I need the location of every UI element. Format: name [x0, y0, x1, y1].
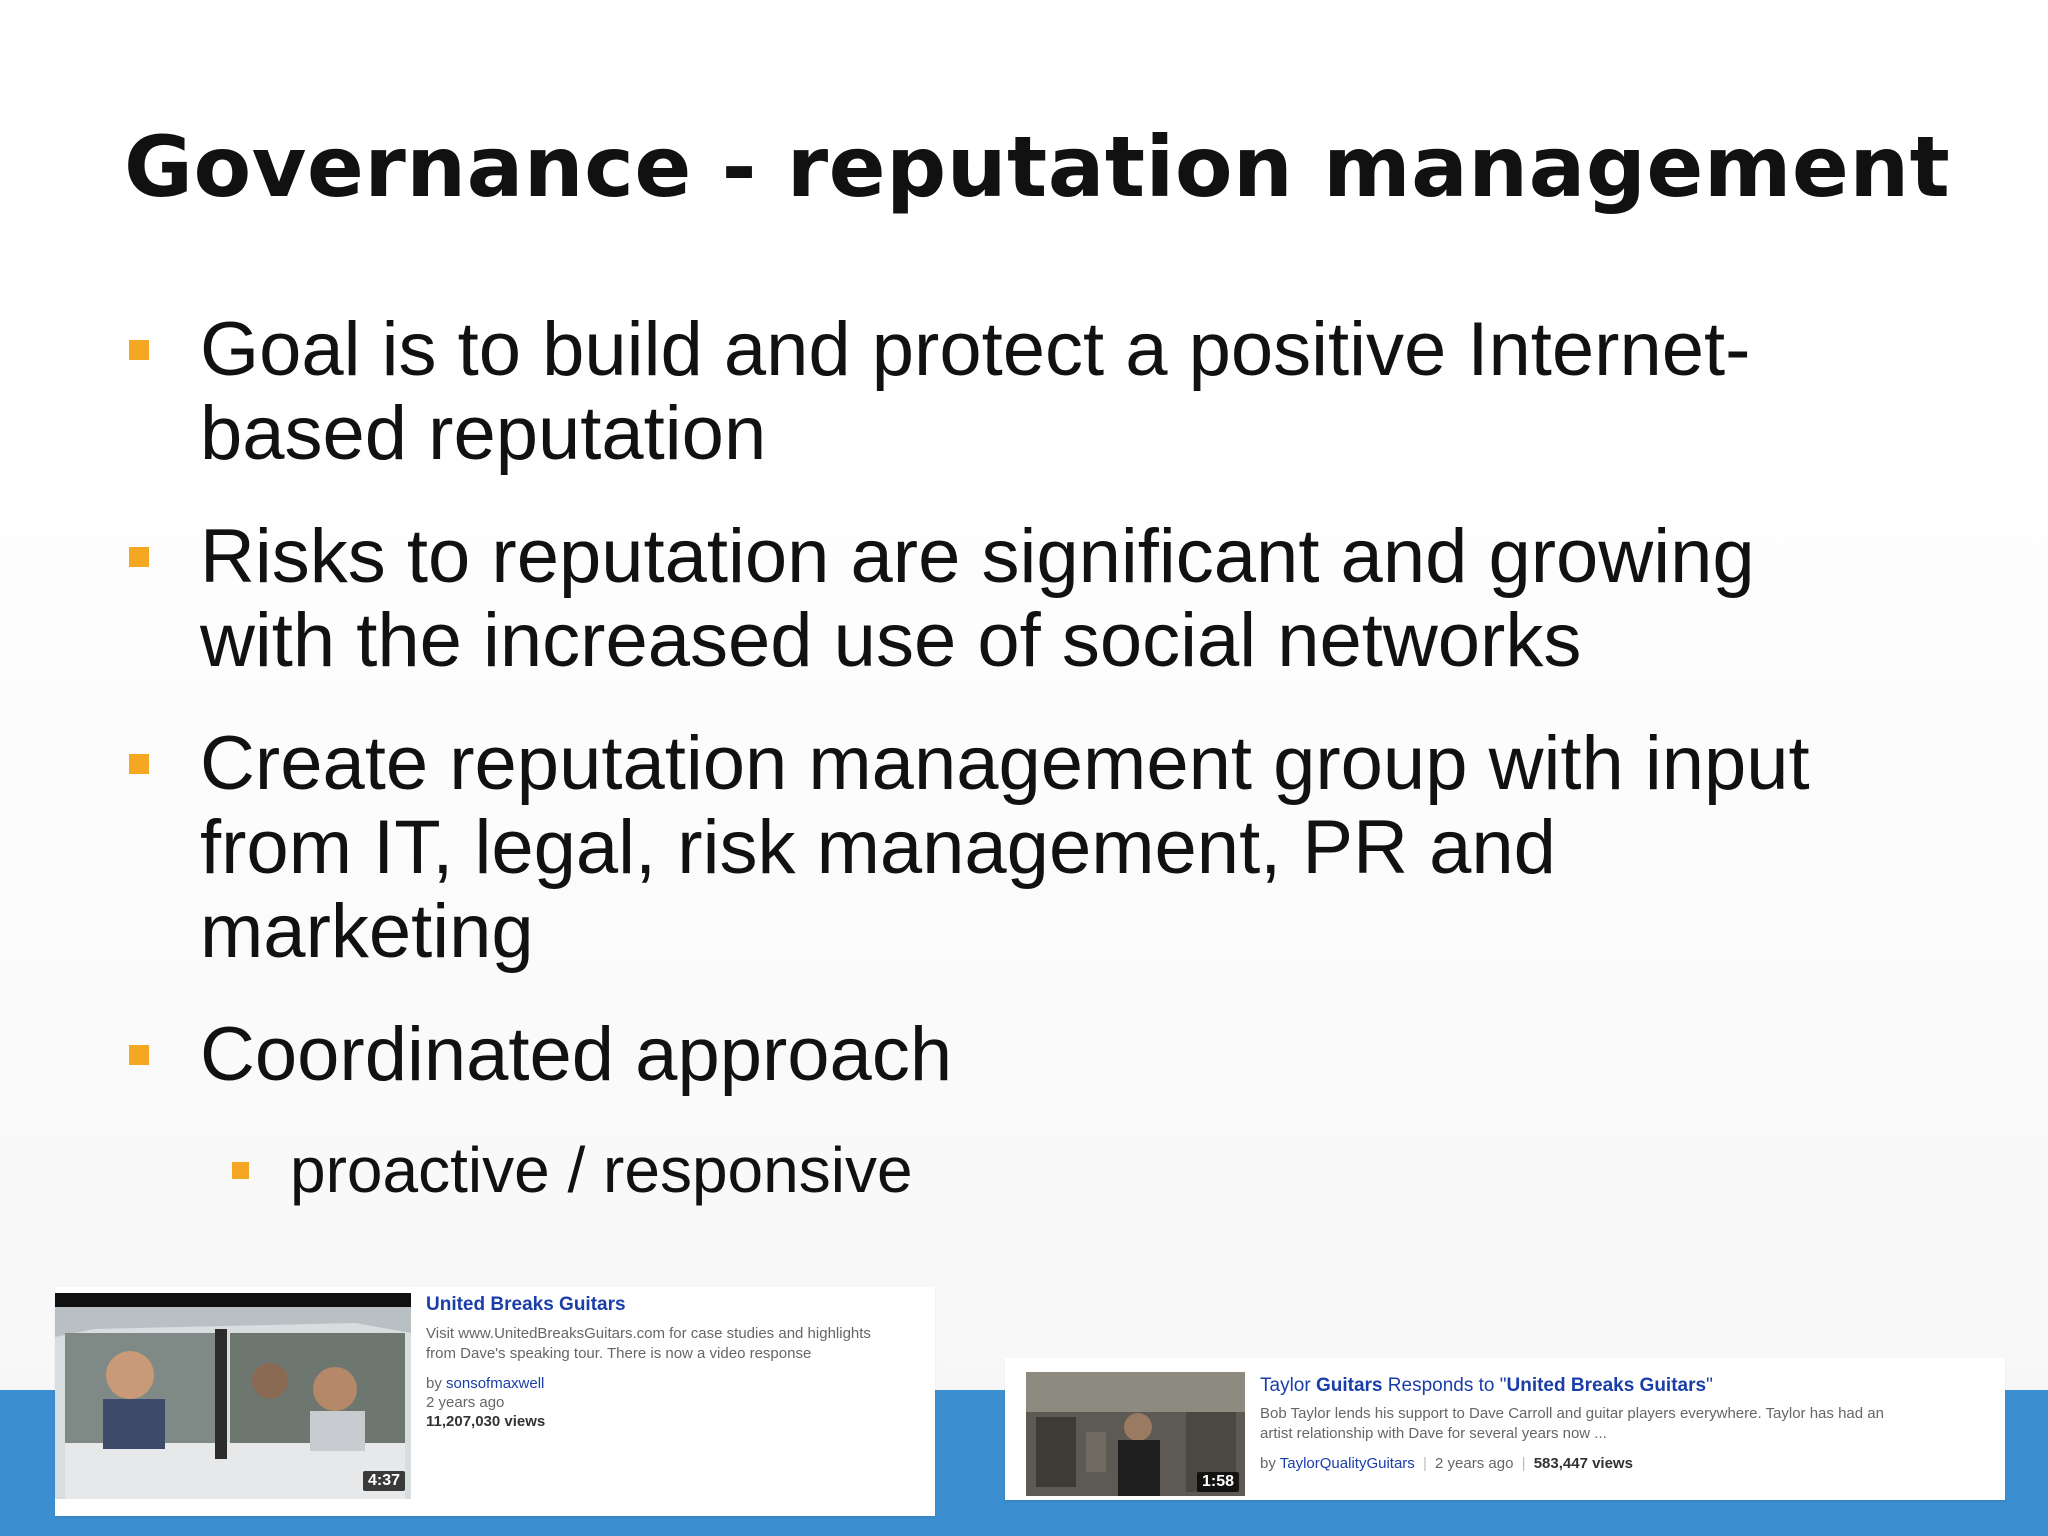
video-description: Visit www.UnitedBreaksGuitars.com for ca… [426, 1324, 926, 1364]
video-age: 2 years ago [1435, 1455, 1514, 1472]
video-duration: 1:58 [1196, 1472, 1239, 1492]
video-description-line: from Dave's speaking tour. There is now … [426, 1345, 812, 1362]
title-part: Guitars [1315, 1375, 1383, 1396]
bullet-line: with the increased use of social network… [200, 598, 1582, 683]
bullet-line: Create reputation management group with … [200, 721, 1810, 806]
title-part: Responds to " [1387, 1375, 1507, 1396]
video-result-card[interactable]: 4:37 United Breaks Guitars Visit www.Uni… [55, 1287, 935, 1516]
bullet-line: Coordinated approach [200, 1012, 953, 1097]
car-scene-image [55, 1293, 411, 1499]
uploader-link[interactable]: TaylorQualityGuitars [1280, 1455, 1415, 1472]
sub-bullet-line: proactive / responsive [290, 1134, 913, 1206]
bullet-square-icon [129, 1045, 149, 1065]
video-description-line: Bob Taylor lends his support to Dave Car… [1260, 1405, 1884, 1422]
by-label: by [1260, 1455, 1276, 1472]
video-age: 2 years ago [426, 1394, 505, 1411]
video-result-card[interactable]: 1:58 Taylor Guitars Responds to "United … [1005, 1358, 2005, 1500]
video-views: 11,207,030 views [426, 1413, 546, 1430]
title-part: United Breaks Guitars [1506, 1375, 1707, 1396]
bullet-square-icon [129, 547, 149, 567]
video-duration: 4:37 [362, 1471, 405, 1491]
bullet-line: based reputation [200, 391, 767, 476]
slide-title: Governance - reputation management [124, 118, 1951, 216]
title-part: Taylor [1260, 1375, 1311, 1396]
bullet-line: Risks to reputation are significant and … [200, 514, 1755, 599]
video-meta: by TaylorQualityGuitars | 2 years ago | … [1260, 1454, 1633, 1473]
bullet-square-icon [232, 1162, 249, 1179]
video-views: 583,447 views [1533, 1455, 1633, 1472]
bullet-square-icon [129, 340, 149, 360]
by-label: by [426, 1375, 442, 1392]
video-description-line: artist relationship with Dave for severa… [1260, 1425, 1607, 1442]
video-thumbnail[interactable]: 4:37 [55, 1293, 411, 1499]
meta-separator: | [1521, 1455, 1526, 1472]
video-title-link[interactable]: Taylor Guitars Responds to "United Break… [1260, 1375, 1713, 1397]
title-part: " [1706, 1375, 1713, 1396]
bullet-line: marketing [200, 889, 534, 974]
bullet-line: from IT, legal, risk management, PR and [200, 805, 1556, 890]
uploader-link[interactable]: sonsofmaxwell [446, 1375, 544, 1392]
video-thumbnail[interactable]: 1:58 [1026, 1372, 1245, 1496]
video-meta: by sonsofmaxwell 2 years ago 11,207,030 … [426, 1374, 545, 1431]
video-description-line: Visit www.UnitedBreaksGuitars.com for ca… [426, 1325, 871, 1342]
meta-separator: | [1422, 1455, 1427, 1472]
video-title-link[interactable]: United Breaks Guitars [426, 1294, 626, 1316]
video-description: Bob Taylor lends his support to Dave Car… [1260, 1404, 2000, 1444]
bullet-line: Goal is to build and protect a positive … [200, 307, 1751, 392]
bullet-square-icon [129, 754, 149, 774]
